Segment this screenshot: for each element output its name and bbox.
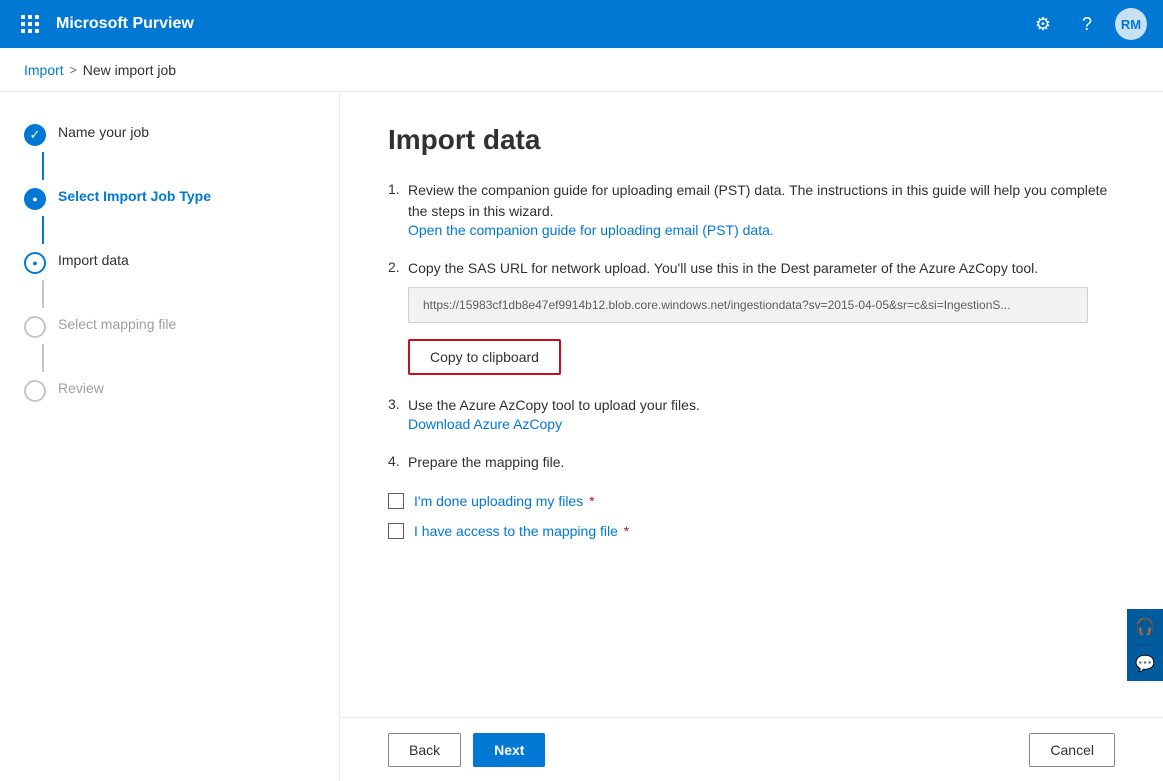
- step-num-2: 2.: [388, 258, 408, 275]
- content-scroll: Import data 1. Review the companion guid…: [340, 92, 1163, 717]
- step-icon-inactive: ●: [24, 252, 46, 274]
- sidebar-step-label-2: Select Import Job Type: [58, 186, 211, 204]
- footer-bar: Back Next Cancel: [340, 717, 1163, 781]
- page-title: Import data: [388, 124, 1115, 156]
- cancel-button[interactable]: Cancel: [1029, 733, 1115, 767]
- sidebar-step-label-1: Name your job: [58, 122, 149, 140]
- instruction-step-4: 4. Prepare the mapping file.: [388, 452, 1115, 473]
- step-content-1: Review the companion guide for uploading…: [408, 180, 1115, 238]
- avatar[interactable]: RM: [1115, 8, 1147, 40]
- sidebar-item-select-mapping-file: Select mapping file: [0, 308, 339, 344]
- step-icon-completed: ✓: [24, 124, 46, 146]
- sidebar-step-label-5: Review: [58, 378, 104, 396]
- sidebar-item-select-import-job-type[interactable]: ● Select Import Job Type: [0, 180, 339, 216]
- done-uploading-label[interactable]: I'm done uploading my files *: [414, 493, 595, 509]
- breadcrumb-current: New import job: [83, 62, 176, 78]
- sidebar-step-label-4: Select mapping file: [58, 314, 176, 332]
- instruction-step-1: 1. Review the companion guide for upload…: [388, 180, 1115, 238]
- step-text-1: Review the companion guide for uploading…: [408, 182, 1107, 219]
- sas-url-display: https://15983cf1db8e47ef9914b12.blob.cor…: [408, 287, 1088, 323]
- sidebar-item-name-your-job[interactable]: ✓ Name your job: [0, 116, 339, 152]
- step-connector-3: [42, 280, 44, 308]
- breadcrumb-separator: >: [70, 63, 77, 77]
- checkbox-row-uploading: I'm done uploading my files *: [388, 493, 1115, 509]
- instruction-step-3: 3. Use the Azure AzCopy tool to upload y…: [388, 395, 1115, 432]
- content-area: Import data 1. Review the companion guid…: [340, 92, 1163, 781]
- help-icon[interactable]: ?: [1071, 8, 1103, 40]
- breadcrumb: Import > New import job: [0, 48, 1163, 92]
- step-content-2: Copy the SAS URL for network upload. You…: [408, 258, 1115, 375]
- instruction-step-2: 2. Copy the SAS URL for network upload. …: [388, 258, 1115, 375]
- steps-list: 1. Review the companion guide for upload…: [388, 180, 1115, 473]
- checkbox-row-mapping: I have access to the mapping file *: [388, 523, 1115, 539]
- float-headset-icon[interactable]: 🎧: [1127, 609, 1163, 645]
- main-layout: ✓ Name your job ● Select Import Job Type…: [0, 92, 1163, 781]
- copy-to-clipboard-button[interactable]: Copy to clipboard: [408, 339, 561, 375]
- step-icon-disabled-1: [24, 316, 46, 338]
- sidebar-item-review: Review: [0, 372, 339, 408]
- settings-icon[interactable]: ⚙: [1027, 8, 1059, 40]
- right-float-panel: 🎧 💬: [1127, 609, 1163, 681]
- step-text-4: Prepare the mapping file.: [408, 454, 564, 470]
- step-content-3: Use the Azure AzCopy tool to upload your…: [408, 395, 1115, 432]
- step-connector-2: [42, 216, 44, 244]
- checkbox-section: I'm done uploading my files * I have acc…: [388, 493, 1115, 539]
- topbar: Microsoft Purview ⚙ ? RM: [0, 0, 1163, 48]
- app-title: Microsoft Purview: [56, 15, 1015, 33]
- step-num-4: 4.: [388, 452, 408, 469]
- step-icon-disabled-2: [24, 380, 46, 402]
- step-text-3: Use the Azure AzCopy tool to upload your…: [408, 397, 700, 413]
- sidebar-step-label-3: Import data: [58, 250, 129, 268]
- have-access-mapping-checkbox[interactable]: [388, 523, 404, 539]
- step-num-3: 3.: [388, 395, 408, 412]
- step-text-2: Copy the SAS URL for network upload. You…: [408, 260, 1038, 276]
- step-connector-1: [42, 152, 44, 180]
- float-chat-icon[interactable]: 💬: [1127, 645, 1163, 681]
- companion-guide-link[interactable]: Open the companion guide for uploading e…: [408, 222, 774, 238]
- back-button[interactable]: Back: [388, 733, 461, 767]
- download-azcopy-link[interactable]: Download Azure AzCopy: [408, 416, 562, 432]
- sidebar-item-import-data[interactable]: ● Import data: [0, 244, 339, 280]
- sidebar: ✓ Name your job ● Select Import Job Type…: [0, 92, 340, 781]
- step-icon-active: ●: [24, 188, 46, 210]
- grid-icon[interactable]: [16, 10, 44, 38]
- topbar-right: ⚙ ? RM: [1027, 8, 1147, 40]
- next-button[interactable]: Next: [473, 733, 545, 767]
- have-access-mapping-label[interactable]: I have access to the mapping file *: [414, 523, 629, 539]
- breadcrumb-parent[interactable]: Import: [24, 62, 64, 78]
- done-uploading-checkbox[interactable]: [388, 493, 404, 509]
- step-connector-4: [42, 344, 44, 372]
- step-content-4: Prepare the mapping file.: [408, 452, 1115, 473]
- step-num-1: 1.: [388, 180, 408, 197]
